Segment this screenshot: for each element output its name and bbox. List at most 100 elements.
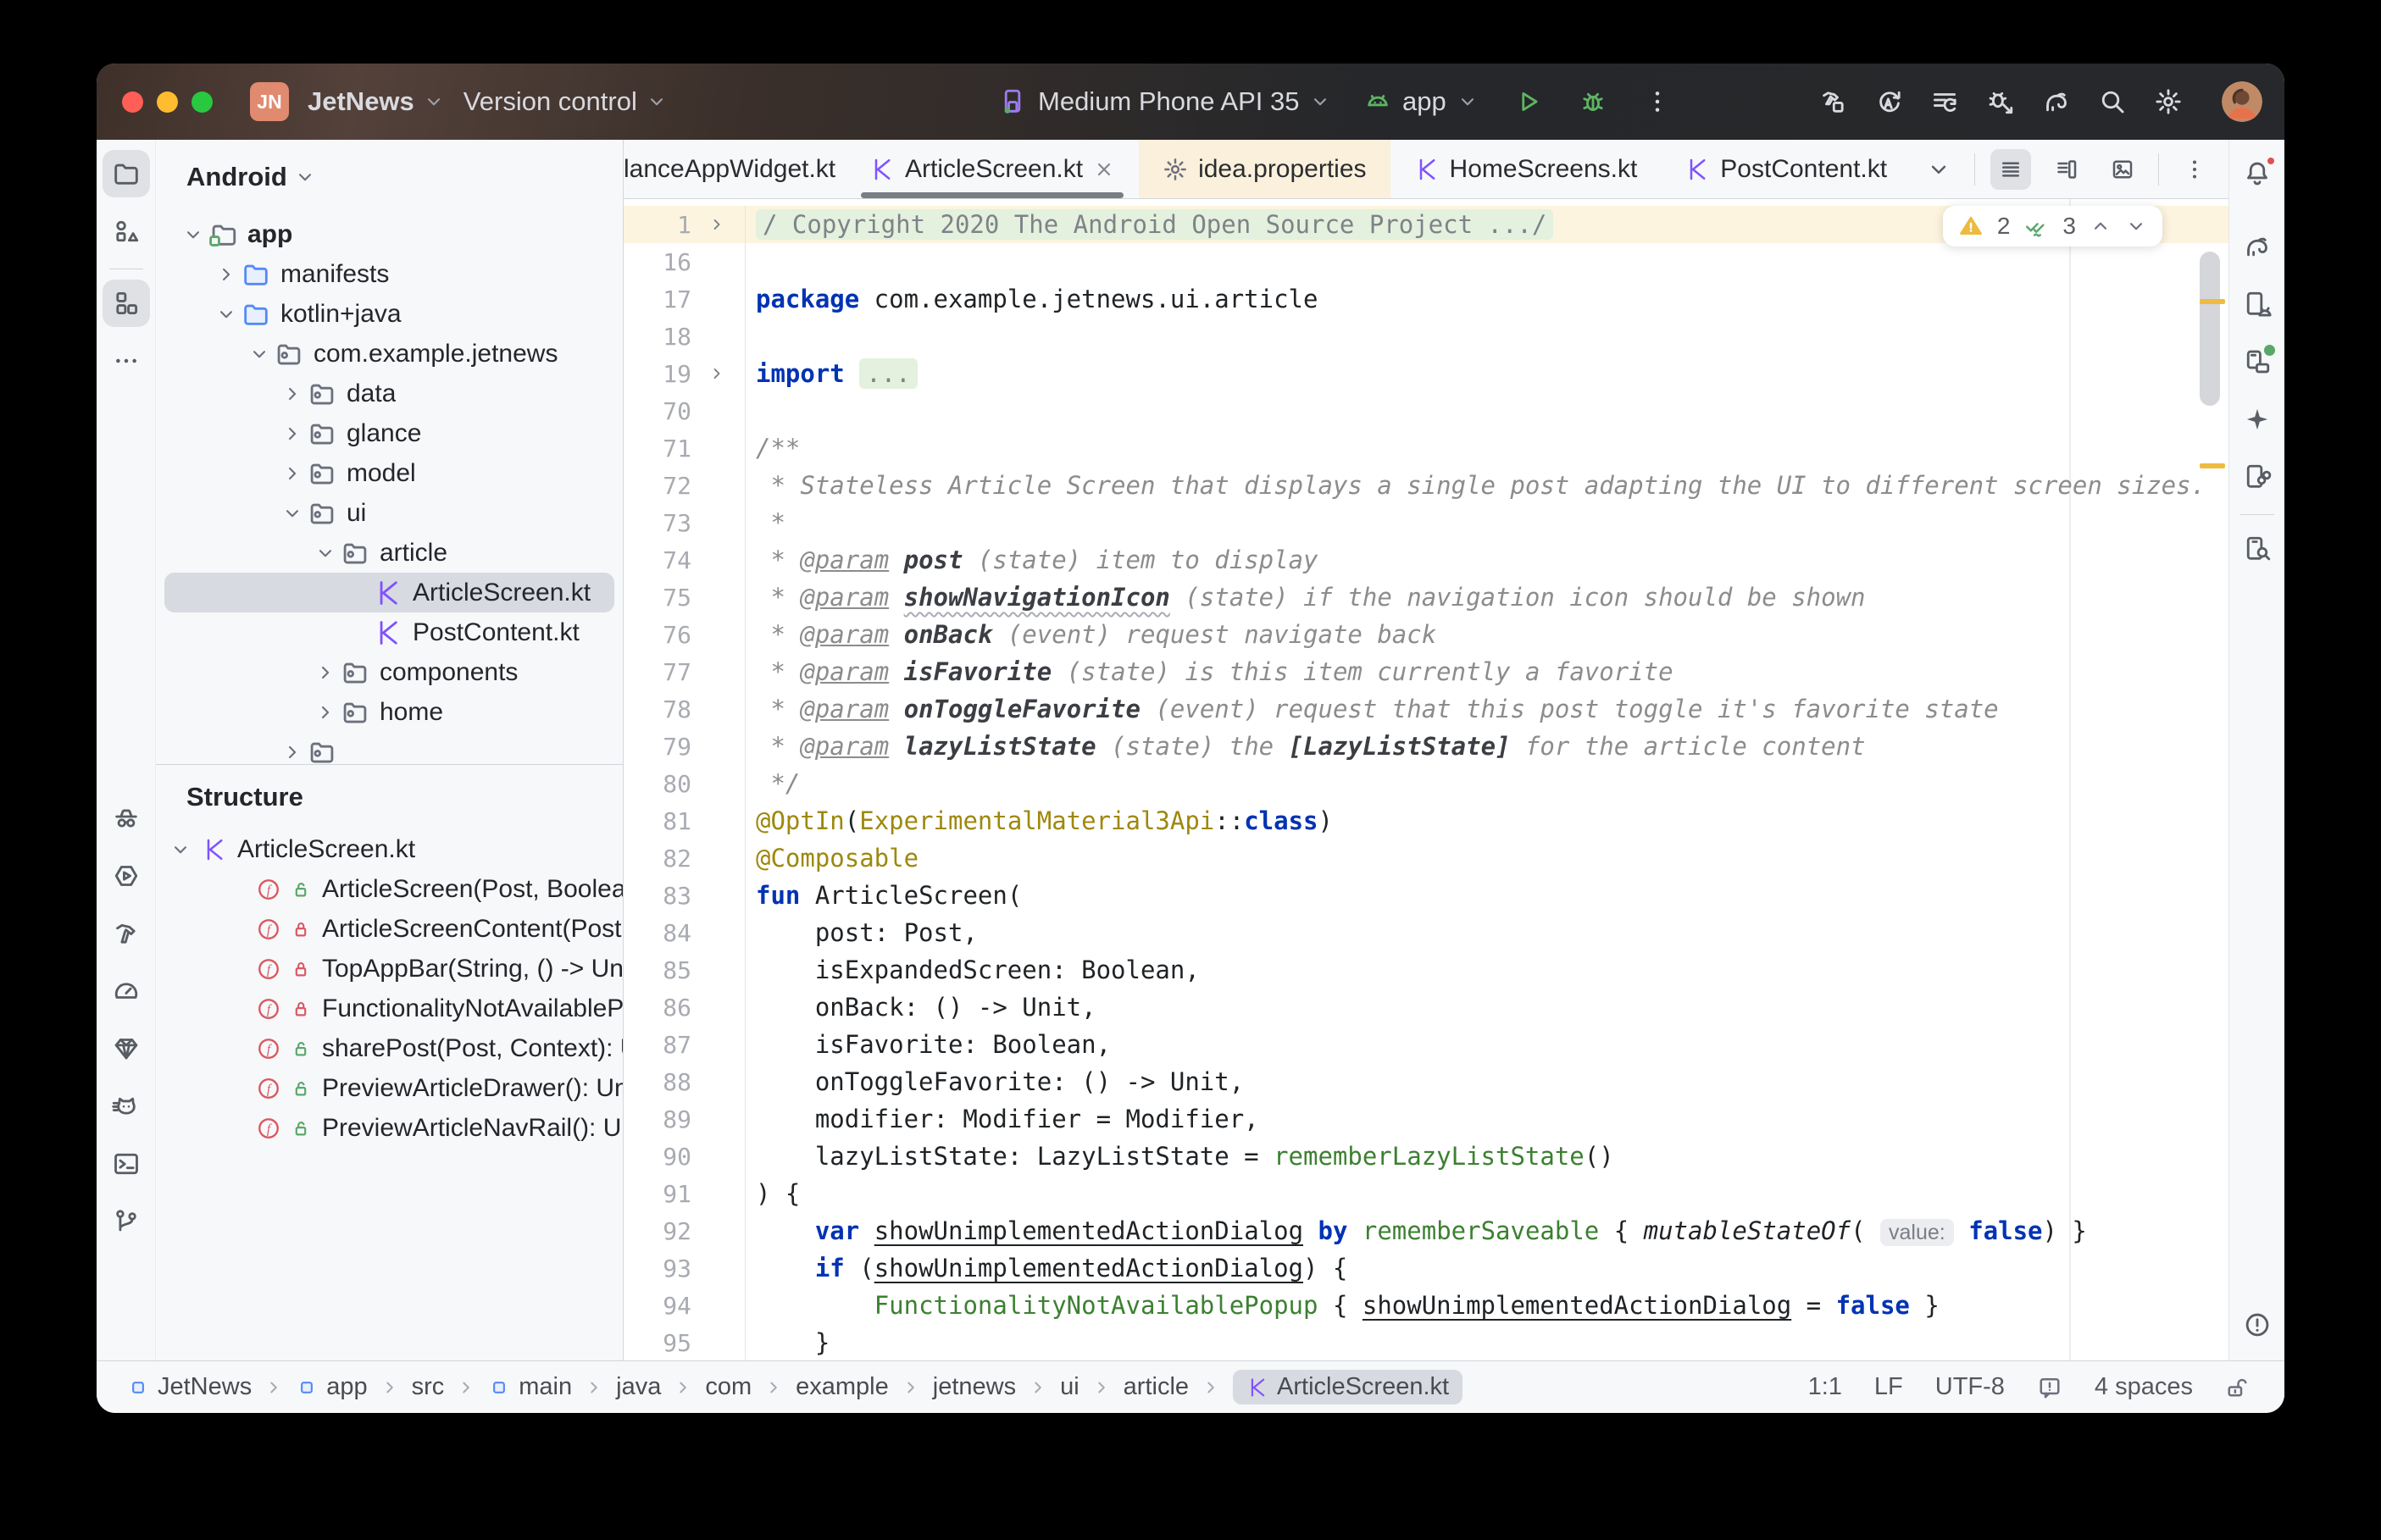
gutter[interactable]: 81 [624,802,746,839]
breadcrumb-app[interactable]: app [296,1373,368,1401]
apply-changes-icon[interactable] [1874,87,1903,116]
chevron-down-icon[interactable] [169,839,191,861]
gutter[interactable]: 71 [624,429,746,467]
code-line-18[interactable]: 18 [624,318,2228,355]
gutter[interactable]: 17 [624,280,746,318]
gutter[interactable]: 72 [624,467,746,504]
gutter[interactable]: 94 [624,1287,746,1324]
code-line-74[interactable]: 74 * @param post (state) item to display [624,541,2228,579]
code-line-80[interactable]: 80 */ [624,765,2228,802]
gutter[interactable]: 93 [624,1249,746,1287]
gutter[interactable]: 91 [624,1175,746,1212]
fold-marker-icon[interactable] [691,364,742,383]
code-line-19[interactable]: 19 import ... [624,355,2228,392]
split-editor-button[interactable] [2046,149,2087,190]
breadcrumb-ui[interactable]: ui [1060,1373,1079,1401]
chevron-down-icon[interactable] [211,299,241,330]
search-icon[interactable] [2098,87,2127,116]
gutter[interactable]: 76 [624,616,746,653]
more-horizontal-button[interactable] [103,337,150,385]
version-control-menu[interactable]: Version control [463,86,668,117]
inspections-widget[interactable]: 2 3 [1942,206,2162,247]
notifications-bell-button[interactable] [2234,150,2281,197]
chevron-right-icon[interactable] [277,379,308,409]
chevron-down-button[interactable] [1918,149,1959,190]
code-line-77[interactable]: 77 * @param isFavorite (state) is this i… [624,653,2228,690]
services-hexagon-play-button[interactable] [103,852,150,900]
chevron-down-icon[interactable] [244,339,275,369]
status-4-spaces[interactable]: 4 spaces [2095,1373,2193,1401]
breadcrumb-java[interactable]: java [616,1373,661,1401]
status-utf-8[interactable]: UTF-8 [1935,1373,2005,1401]
gutter[interactable]: 19 [624,355,746,392]
chevron-right-icon[interactable] [277,458,308,489]
structure-item[interactable]: f FunctionalityNotAvailablePop [156,989,623,1028]
structure-squares-button[interactable] [102,280,150,327]
gutter[interactable]: 80 [624,765,746,802]
running-devices-button[interactable] [2234,280,2281,328]
breadcrumb-com[interactable]: com [705,1373,752,1401]
tab-lanceAppWidget.kt[interactable]: lanceAppWidget.kt [624,140,846,198]
settings-gear-icon[interactable] [2154,87,2183,116]
logcat-cat-button[interactable] [103,1083,150,1130]
app-quality-insights-button[interactable] [103,795,150,842]
tree-item-home[interactable]: home [164,692,614,732]
code-line-73[interactable]: 73 * [624,504,2228,541]
gutter[interactable]: 70 [624,392,746,429]
device-selector[interactable]: Medium Phone API 35 [999,86,1331,117]
code-line-91[interactable]: 91) { [624,1175,2228,1212]
previous-problem-button[interactable] [2090,215,2112,237]
structure-item[interactable]: f ArticleScreenContent(Post, () [156,909,623,949]
code-line-95[interactable]: 95 } [624,1324,2228,1360]
lock-open-status-icon[interactable] [2225,1375,2251,1400]
code-line-71[interactable]: 71 /** [624,429,2228,467]
structure-item[interactable]: f PreviewArticleNavRail(): Unit [156,1108,623,1148]
resource-manager-button[interactable] [103,208,150,255]
more-vert-button[interactable] [2174,149,2215,190]
code-line-75[interactable]: 75 * @param showNavigationIcon (state) i… [624,579,2228,616]
chevron-right-icon[interactable] [277,737,308,765]
gutter[interactable]: 89 [624,1100,746,1138]
gutter[interactable]: 87 [624,1026,746,1063]
git-branch-button[interactable] [103,1198,150,1245]
code-line-76[interactable]: 76 * @param onBack (event) request navig… [624,616,2228,653]
project-view-selector[interactable]: Android [156,140,623,214]
tree-item-PostContent.kt[interactable]: PostContent.kt [164,612,614,652]
layout-inspector-button[interactable] [2234,338,2281,385]
code-line-81[interactable]: 81 @OptIn(ExperimentalMaterial3Api::class… [624,802,2228,839]
editor-scrollbar[interactable] [2200,252,2220,406]
gutter[interactable]: 85 [624,951,746,989]
app-inspection-diamond-button[interactable] [103,1025,150,1072]
run-button[interactable] [1514,87,1543,116]
editor[interactable]: 1 / Copyright 2020 The Android Open Sourc… [624,199,2228,1360]
breadcrumb-ArticleScreen.kt[interactable]: ArticleScreen.kt [1233,1370,1463,1404]
close-window-button[interactable] [122,91,143,113]
structure-item[interactable]: f ArticleScreen(Post, Boolean, [156,869,623,909]
gutter[interactable]: 78 [624,690,746,728]
gutter[interactable]: 86 [624,989,746,1026]
gutter[interactable]: 73 [624,504,746,541]
gutter[interactable]: 75 [624,579,746,616]
code-line-94[interactable]: 94 FunctionalityNotAvailablePopup { show… [624,1287,2228,1324]
structure-item[interactable]: f sharePost(Post, Context): Un [156,1028,623,1068]
gutter[interactable]: 79 [624,728,746,765]
tree-item-com.example.jetnews[interactable]: com.example.jetnews [164,334,614,374]
tab-HomeScreens.kt[interactable]: HomeScreens.kt [1390,140,1662,198]
breadcrumb-main[interactable]: main [488,1373,572,1401]
project-folder-button[interactable] [102,150,150,197]
status-lf[interactable]: LF [1874,1373,1903,1401]
code-line-92[interactable]: 92 var showUnimplementedActionDialog by … [624,1212,2228,1249]
debug-button[interactable] [1579,87,1607,116]
project-name-menu[interactable]: JetNews [308,86,445,117]
chevron-right-icon[interactable] [310,657,341,688]
code-area[interactable]: 1 / Copyright 2020 The Android Open Sourc… [624,199,2228,1360]
tree-item-article[interactable]: article [164,533,614,573]
gutter[interactable]: 84 [624,914,746,951]
fold-marker-icon[interactable] [691,215,742,234]
gutter[interactable]: 83 [624,877,746,914]
gutter[interactable]: 74 [624,541,746,579]
tree-item-manifests[interactable]: manifests [164,254,614,294]
tree-item-components[interactable]: components [164,652,614,692]
device-explorer-button[interactable] [2234,525,2281,573]
terminal-button[interactable] [103,1140,150,1188]
